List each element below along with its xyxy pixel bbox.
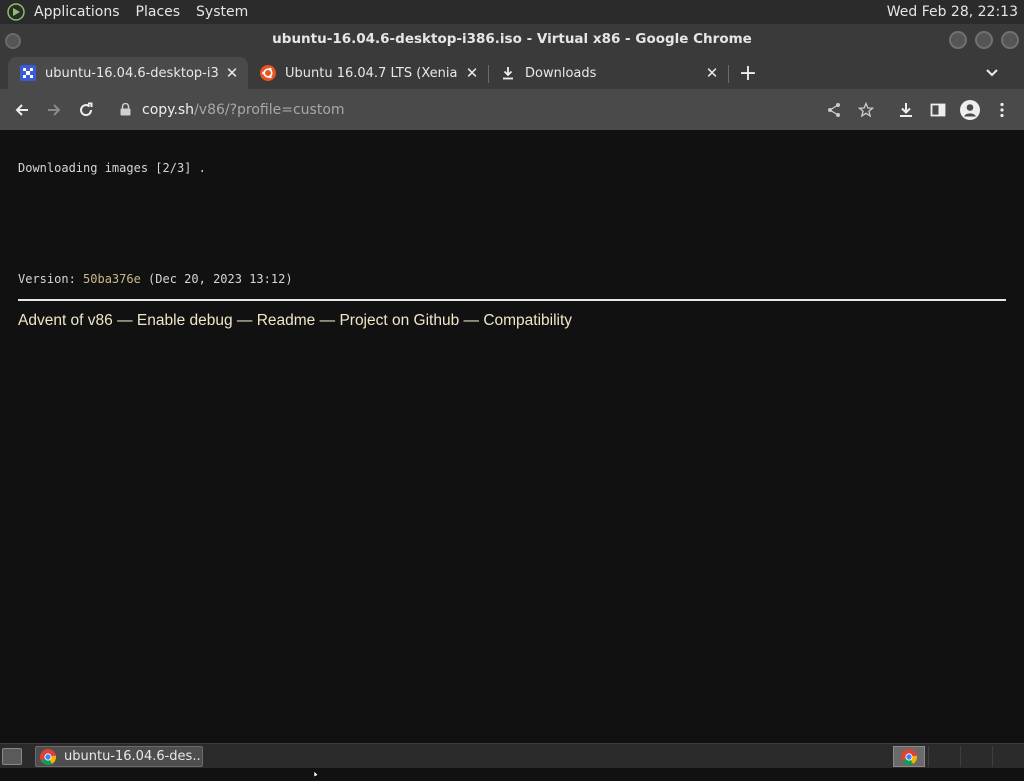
taskbar-item-label: ubuntu-16.04.6-des...: [64, 749, 202, 764]
back-arrow-icon[interactable]: [8, 96, 36, 124]
more-menu-icon[interactable]: [988, 96, 1016, 124]
close-icon[interactable]: ✕: [462, 63, 482, 83]
version-date: (Dec 20, 2023 13:12): [140, 272, 293, 286]
window-titlebar[interactable]: ubuntu-16.04.6-desktop-i386.iso - Virtua…: [0, 24, 1024, 55]
close-icon[interactable]: ✕: [222, 63, 242, 83]
maximize-button[interactable]: [975, 31, 993, 49]
menu-system[interactable]: System: [196, 4, 248, 20]
link-separator: —: [112, 312, 137, 329]
profile-avatar-icon[interactable]: [956, 96, 984, 124]
reload-icon[interactable]: [72, 96, 100, 124]
link-readme[interactable]: Readme: [257, 312, 316, 329]
window-title: ubuntu-16.04.6-desktop-i386.iso - Virtua…: [272, 31, 752, 47]
window-controls: [949, 31, 1019, 49]
bottom-taskbar: ubuntu-16.04.6-des...: [0, 743, 1024, 768]
link-compatibility[interactable]: Compatibility: [483, 312, 572, 329]
address-bar[interactable]: copy.sh/v86/?profile=custom: [106, 93, 896, 126]
tab-downloads[interactable]: Downloads ✕: [488, 57, 728, 89]
horizontal-rule: [18, 299, 1006, 301]
link-enable-debug[interactable]: Enable debug: [137, 312, 233, 329]
menu-places[interactable]: Places: [136, 4, 181, 20]
browser-toolbar: copy.sh/v86/?profile=custom: [0, 89, 1024, 130]
system-top-panel: Applications Places System Wed Feb 28, 2…: [0, 0, 1024, 24]
link-separator: —: [315, 312, 340, 329]
url-path: /v86/?profile=custom: [194, 101, 345, 118]
page-content: Downloading images [2/3] . Version: 50ba…: [0, 130, 1024, 743]
new-tab-button[interactable]: +: [736, 61, 760, 86]
footer-links: Advent of v86 — Enable debug — Readme — …: [18, 312, 572, 330]
lock-icon[interactable]: [118, 103, 132, 117]
bookmark-star-icon[interactable]: [852, 96, 880, 124]
tab-title: ubuntu-16.04.6-desktop-i386.iso - Virtua…: [45, 65, 218, 81]
tab-strip: ubuntu-16.04.6-desktop-i386.iso - Virtua…: [0, 55, 1024, 89]
show-desktop-icon[interactable]: [2, 748, 22, 765]
version-hash-link[interactable]: 50ba376e: [83, 272, 141, 286]
link-separator: —: [232, 312, 257, 329]
tab-separator: [728, 65, 729, 83]
tab-ubuntu[interactable]: Ubuntu 16.04.7 LTS (Xenial Xerus) ✕: [248, 57, 488, 89]
link-project-on-github[interactable]: Project on Github: [339, 312, 459, 329]
ubuntu-icon: [260, 65, 276, 81]
download-status-text: Downloading images [2/3] .: [18, 161, 206, 175]
url-text[interactable]: copy.sh/v86/?profile=custom: [142, 102, 345, 118]
chrome-icon: [40, 748, 57, 765]
version-line: Version: 50ba376e (Dec 20, 2023 13:12): [18, 272, 293, 286]
version-label: Version:: [18, 272, 84, 286]
share-icon[interactable]: [820, 96, 848, 124]
tab-title: Downloads: [525, 65, 597, 81]
menu-applications[interactable]: Applications: [34, 4, 120, 20]
system-clock[interactable]: Wed Feb 28, 22:13: [887, 0, 1018, 24]
workspace-1[interactable]: [928, 746, 958, 767]
url-host: copy.sh: [142, 101, 195, 118]
chrome-icon[interactable]: [893, 746, 925, 767]
forward-arrow-icon[interactable]: [40, 96, 68, 124]
chevron-down-icon[interactable]: [980, 61, 1004, 85]
workspace-2[interactable]: [960, 746, 990, 767]
mouse-cursor-icon: [313, 762, 320, 778]
download-icon[interactable]: [892, 96, 920, 124]
minimize-button[interactable]: [949, 31, 967, 49]
link-separator: —: [459, 312, 484, 329]
close-icon[interactable]: ✕: [702, 63, 722, 83]
download-icon: [500, 65, 516, 81]
system-logo-icon[interactable]: [6, 2, 26, 22]
close-window-button[interactable]: [1001, 31, 1019, 49]
workspace-3[interactable]: [992, 746, 1022, 767]
link-advent-of-v86[interactable]: Advent of v86: [18, 312, 113, 329]
tab-title: Ubuntu 16.04.7 LTS (Xenial Xerus): [285, 65, 458, 81]
tab-v86[interactable]: ubuntu-16.04.6-desktop-i386.iso - Virtua…: [8, 57, 248, 89]
v86-icon: [20, 65, 36, 81]
taskbar-item-chrome[interactable]: ubuntu-16.04.6-des...: [35, 746, 203, 767]
side-panel-icon[interactable]: [924, 96, 952, 124]
